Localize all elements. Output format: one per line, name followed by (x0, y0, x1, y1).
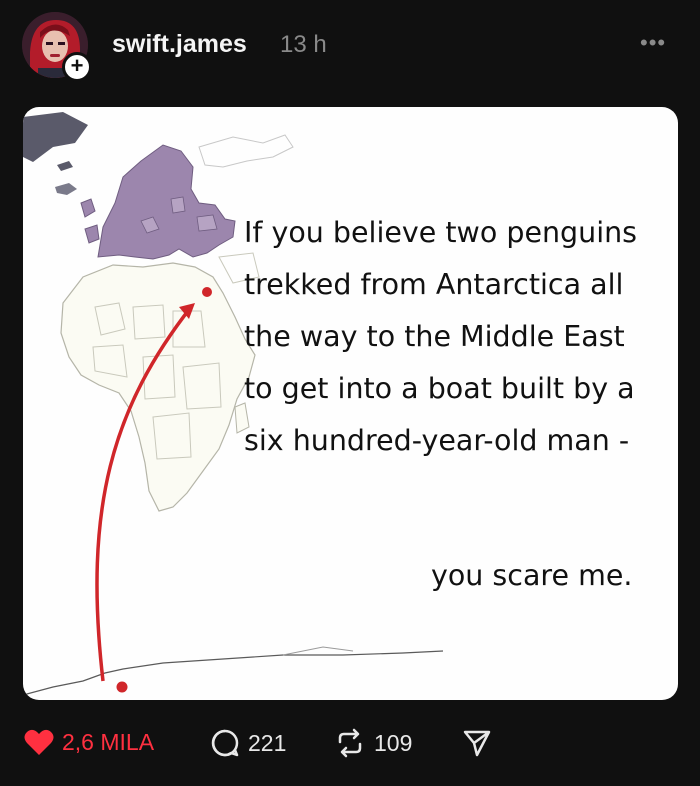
caption-line: six hundred-year-old man - (244, 424, 630, 457)
end-dot (202, 287, 212, 297)
post-header: + swift.james 13 h ••• (0, 0, 700, 100)
comment-icon (211, 729, 239, 757)
post-image[interactable]: If you believe two penguins trekked from… (23, 107, 678, 700)
africa-shape (60, 262, 256, 512)
repost-button[interactable]: 109 (334, 728, 412, 758)
more-icon[interactable]: ••• (640, 30, 666, 56)
start-dot (116, 681, 128, 693)
timestamp: 13 h (280, 31, 327, 58)
repost-icon (338, 728, 362, 758)
share-icon (463, 730, 491, 757)
heart-icon (24, 729, 54, 755)
comment-count: 221 (248, 729, 287, 756)
meme-caption: If you believe two penguins trekked from… (244, 207, 674, 467)
action-bar: 2,6 MILA 221 109 (0, 718, 700, 774)
like-count: 2,6 MILA (62, 728, 155, 755)
antarctica-shape (23, 650, 444, 696)
greenland-shape (23, 112, 88, 162)
caption-line: trekked from Antarctica all (244, 268, 624, 301)
caption-line: the way to the Middle East (244, 320, 625, 353)
username[interactable]: swift.james (112, 30, 247, 59)
meme-punchline: you scare me. (431, 559, 633, 592)
like-button[interactable]: 2,6 MILA (24, 728, 154, 756)
comment-button[interactable]: 221 (210, 728, 286, 758)
repost-count: 109 (374, 729, 413, 756)
caption-line: to get into a boat built by a (244, 372, 635, 405)
caption-line: If you believe two penguins (244, 216, 638, 249)
plus-icon[interactable]: + (62, 52, 92, 82)
share-button[interactable] (462, 728, 492, 758)
europe-shape (97, 144, 236, 260)
